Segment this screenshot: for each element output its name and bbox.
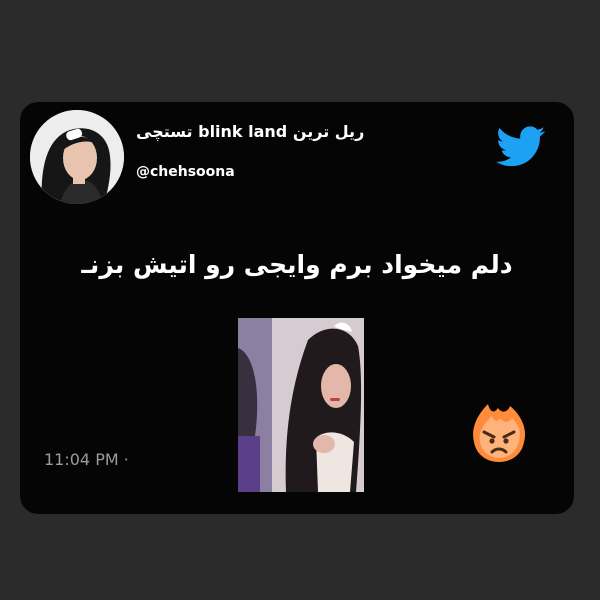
avatar-photo: [30, 110, 124, 204]
avatar[interactable]: [30, 110, 124, 204]
twitter-bird-icon: [496, 126, 546, 172]
tweet-media-image[interactable]: [238, 318, 364, 492]
display-name[interactable]: ریل ترین blink land تستچی: [136, 122, 364, 141]
tweet-card: ریل ترین blink land تستچی @chehsoona دلم…: [20, 102, 574, 514]
tweet-timestamp[interactable]: 11:04 PM ·: [44, 450, 129, 469]
user-handle[interactable]: @chehsoona: [136, 164, 235, 180]
media-photo: [238, 318, 364, 492]
tweet-text: دلم میخواد برم وایجی رو اتیش بزنـ: [81, 250, 513, 279]
angry-fire-emoji-icon: [462, 400, 536, 468]
